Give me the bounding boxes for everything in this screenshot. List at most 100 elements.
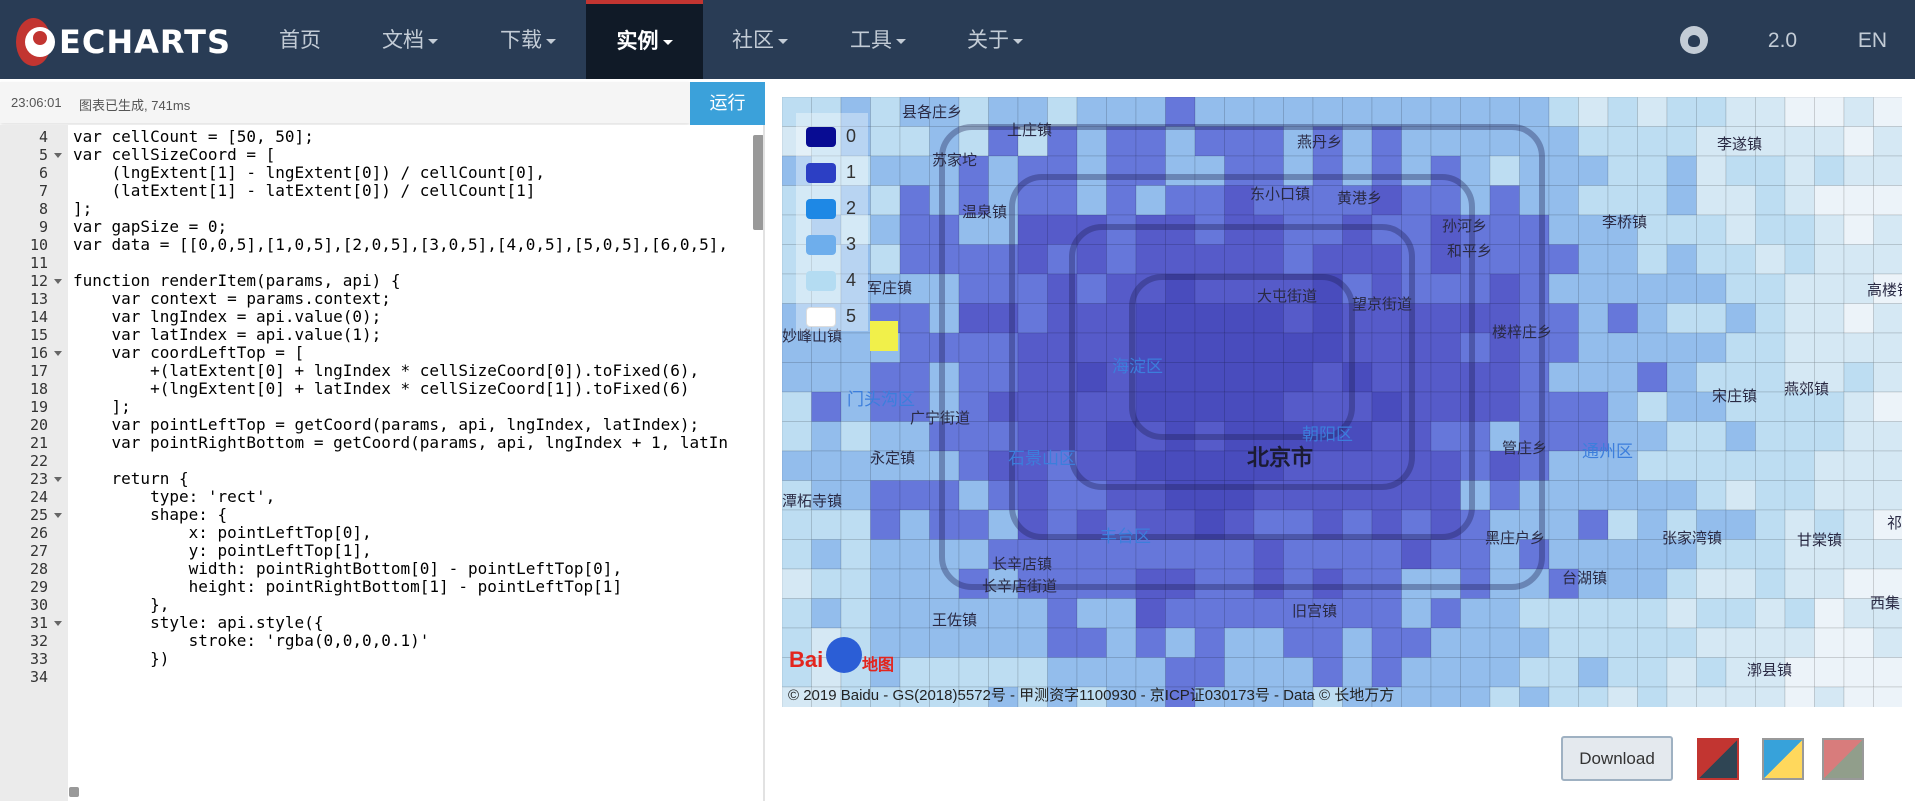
heatmap-cell[interactable] (899, 509, 930, 540)
heatmap-cell[interactable] (1430, 568, 1461, 599)
heatmap-cell[interactable] (1784, 627, 1815, 658)
heatmap-cell[interactable] (1283, 627, 1314, 658)
heatmap-cell[interactable] (1106, 126, 1137, 157)
heatmap-cell[interactable] (1430, 97, 1461, 127)
heatmap-cell[interactable] (1548, 657, 1579, 688)
heatmap-cell[interactable] (782, 421, 812, 452)
heatmap-cell[interactable] (1519, 657, 1550, 688)
heatmap-cell[interactable] (1578, 155, 1609, 186)
heatmap-cell[interactable] (1843, 480, 1874, 511)
heatmap-cell[interactable] (1371, 155, 1402, 186)
heatmap-cell[interactable] (870, 598, 901, 629)
heatmap-cell[interactable] (1194, 303, 1225, 334)
heatmap-cell[interactable] (1666, 185, 1697, 216)
heatmap-cell[interactable] (1017, 598, 1048, 629)
heatmap-cell[interactable] (1755, 598, 1786, 629)
heatmap-cell[interactable] (1725, 480, 1756, 511)
heatmap-cell[interactable] (1814, 244, 1845, 275)
heatmap-cell[interactable] (840, 539, 871, 570)
heatmap-cell[interactable] (1519, 598, 1550, 629)
heatmap-cell[interactable] (1489, 244, 1520, 275)
heatmap-cell[interactable] (1371, 421, 1402, 452)
heatmap-cell[interactable] (1165, 185, 1196, 216)
heatmap-cell[interactable] (1607, 657, 1638, 688)
heatmap-cell[interactable] (840, 509, 871, 540)
heatmap-cell[interactable] (1224, 155, 1255, 186)
heatmap-cell[interactable] (1607, 480, 1638, 511)
heatmap-cell[interactable] (1312, 391, 1343, 422)
heatmap-cell[interactable] (1725, 97, 1756, 127)
heatmap-cell[interactable] (1253, 244, 1284, 275)
heatmap-cell[interactable] (1637, 273, 1668, 304)
heatmap-cell[interactable] (1548, 185, 1579, 216)
heatmap-cell[interactable] (1224, 391, 1255, 422)
heatmap-cell[interactable] (1814, 97, 1845, 127)
heatmap-cell[interactable] (1489, 214, 1520, 245)
heatmap-cell[interactable] (1253, 568, 1284, 599)
heatmap-cell[interactable] (1637, 450, 1668, 481)
heatmap-cell[interactable] (1165, 598, 1196, 629)
heatmap-cell[interactable] (1371, 126, 1402, 157)
heatmap-cell[interactable] (1165, 627, 1196, 658)
heatmap-cell[interactable] (1725, 568, 1756, 599)
fold-toggle-icon[interactable] (54, 279, 62, 284)
heatmap-cell[interactable] (1666, 391, 1697, 422)
heatmap-cell[interactable] (1342, 391, 1373, 422)
heatmap-cell[interactable] (870, 126, 901, 157)
fold-toggle-icon[interactable] (54, 153, 62, 158)
heatmap-cell[interactable] (1548, 273, 1579, 304)
nav-examples[interactable]: 实例 (586, 0, 703, 79)
heatmap-cell[interactable] (1460, 450, 1491, 481)
heatmap-cell[interactable] (1814, 598, 1845, 629)
heatmap-cell[interactable] (1843, 185, 1874, 216)
heatmap-cell[interactable] (1401, 362, 1432, 393)
heatmap-cell[interactable] (899, 303, 930, 334)
heatmap-cell[interactable] (811, 450, 842, 481)
heatmap-cell[interactable] (1666, 568, 1697, 599)
heatmap-cell[interactable] (1696, 97, 1727, 127)
heatmap-cell[interactable] (1843, 421, 1874, 452)
heatmap-cell[interactable] (1725, 244, 1756, 275)
heatmap-cell[interactable] (1460, 480, 1491, 511)
heatmap-cell[interactable] (1283, 303, 1314, 334)
heatmap-cell[interactable] (1666, 657, 1697, 688)
heatmap-cell[interactable] (1253, 97, 1284, 127)
heatmap-cell[interactable] (958, 362, 989, 393)
heatmap-cell[interactable] (1548, 214, 1579, 245)
heatmap-cell[interactable] (1578, 97, 1609, 127)
heatmap-cell[interactable] (1489, 155, 1520, 186)
heatmap-cell[interactable] (1873, 303, 1903, 334)
legend-item[interactable]: 4 (806, 269, 866, 293)
heatmap-cell[interactable] (1489, 627, 1520, 658)
heatmap-cell[interactable] (1843, 450, 1874, 481)
heatmap-cell[interactable] (1784, 155, 1815, 186)
heatmap-cell[interactable] (1725, 598, 1756, 629)
heatmap-cell[interactable] (958, 509, 989, 540)
heatmap-cell[interactable] (1135, 391, 1166, 422)
heatmap-cell[interactable] (1548, 421, 1579, 452)
heatmap-cell[interactable] (1371, 598, 1402, 629)
heatmap-cell[interactable] (1253, 391, 1284, 422)
heatmap-cell[interactable] (1342, 450, 1373, 481)
heatmap-cell[interactable] (782, 598, 812, 629)
heatmap-cell[interactable] (958, 97, 989, 127)
heatmap-cell[interactable] (1165, 97, 1196, 127)
heatmap-cell[interactable] (1371, 657, 1402, 688)
heatmap-cell[interactable] (811, 391, 842, 422)
code-editor[interactable]: 4 5 6 7 8 9 10 11 12 13 14 15 16 17 18 19 20 21 22 23 24 25 26… (0, 125, 765, 801)
editor-scrollbar[interactable] (753, 135, 763, 230)
heatmap-cell[interactable] (1873, 185, 1903, 216)
nav-language[interactable]: EN (1840, 0, 1905, 79)
heatmap-cell[interactable] (1430, 273, 1461, 304)
heatmap-cell[interactable] (1696, 155, 1727, 186)
heatmap-cell[interactable] (1548, 244, 1579, 275)
heatmap-cell[interactable] (1873, 480, 1903, 511)
heatmap-cell[interactable] (1666, 97, 1697, 127)
heatmap-cell[interactable] (1489, 126, 1520, 157)
heatmap-cell[interactable] (1607, 391, 1638, 422)
heatmap-cell[interactable] (1666, 244, 1697, 275)
heatmap-cell[interactable] (1725, 627, 1756, 658)
heatmap-cell[interactable] (1194, 244, 1225, 275)
heatmap-cell[interactable] (1489, 480, 1520, 511)
heatmap-cell[interactable] (1017, 273, 1048, 304)
